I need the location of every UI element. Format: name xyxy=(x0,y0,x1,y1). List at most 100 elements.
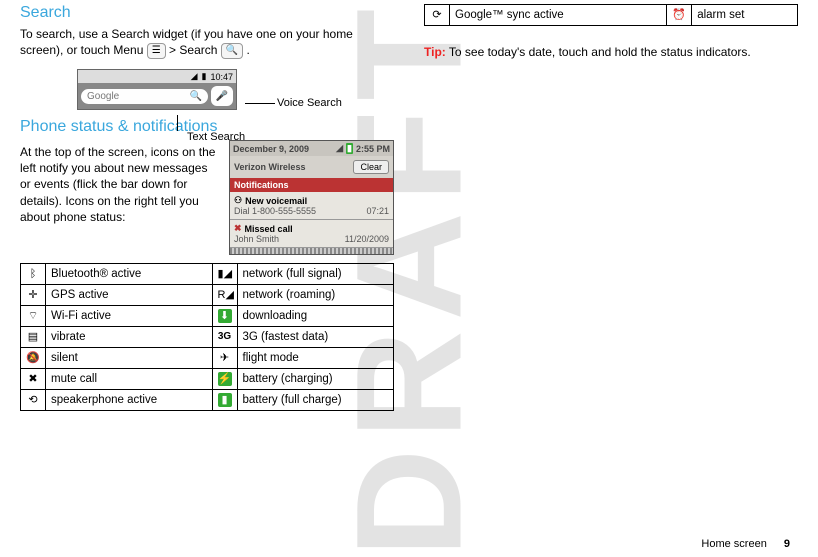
status-label: vibrate xyxy=(46,327,213,348)
status-icon: ⟲ xyxy=(26,393,40,407)
right-column: ⟳ Google™ sync active⏰alarm set Tip: To s… xyxy=(424,0,798,411)
status-intro-wrap: At the top of the screen, icons on the l… xyxy=(20,140,394,255)
status-icon: 3G xyxy=(218,330,232,344)
missedcall-sub: John Smith xyxy=(234,234,279,244)
notif-carrier-row: Verizon Wireless Clear xyxy=(230,156,393,178)
status-icon: ▮ xyxy=(218,393,232,407)
status-icon-table: ᛒ Bluetooth® active ▮◢ network (full signal… xyxy=(20,263,394,411)
status-label: silent xyxy=(46,348,213,369)
table-row: ✖ mute call⚡battery (charging) xyxy=(21,369,394,390)
voicemail-title: New voicemail xyxy=(245,196,307,206)
sync-icon: ⟳ xyxy=(430,8,444,22)
notif-drag-handle[interactable] xyxy=(230,248,393,254)
statusbar: ◢ ▮ 10:47 xyxy=(78,70,236,83)
text-search-label: Text Search xyxy=(187,131,245,143)
status-icon-cell: ⌔ xyxy=(21,306,46,327)
status-label: network (full signal) xyxy=(237,264,393,285)
voicemail-sub: Dial 1-800-555-5555 xyxy=(234,206,316,216)
status-icon-cell: 3G xyxy=(212,327,237,348)
status-paragraph: At the top of the screen, icons on the l… xyxy=(20,144,219,245)
status-label: battery (full charge) xyxy=(237,390,393,411)
status-icon: ⬇ xyxy=(218,309,232,323)
status-icon-cell: ⚡ xyxy=(212,369,237,390)
status-icon-cell: ✛ xyxy=(21,285,46,306)
missedcall-icon: ✖ xyxy=(234,223,242,234)
table-row: 🔕 silent✈flight mode xyxy=(21,348,394,369)
search-placeholder: Google xyxy=(87,91,119,102)
status-label: speakerphone active xyxy=(46,390,213,411)
signal-icon: ◢ xyxy=(191,71,198,82)
table-row: ⟲ speakerphone active ▮ battery (full charg… xyxy=(21,390,394,411)
notif-item-missedcall[interactable]: ✖ Missed call John Smith 11/20/2009 xyxy=(230,220,393,248)
status-label: Wi-Fi active xyxy=(46,306,213,327)
footer-section: Home screen xyxy=(701,538,766,550)
carrier-name: Verizon Wireless xyxy=(234,162,305,172)
status-label: downloading xyxy=(237,306,393,327)
status-label: battery (charging) xyxy=(237,369,393,390)
status-icon-cell: ⏰ xyxy=(667,5,692,26)
status-icon: ▤ xyxy=(26,330,40,344)
status-icon: 🔕 xyxy=(26,351,40,365)
search-input[interactable]: Google 🔍 xyxy=(81,89,208,104)
search-heading: Search xyxy=(20,4,394,22)
notif-date: December 9, 2009 xyxy=(233,144,309,154)
status-icon-cell: ⟲ xyxy=(21,390,46,411)
status-icon-cell: R◢ xyxy=(212,285,237,306)
status-label: flight mode xyxy=(237,348,393,369)
missedcall-title: Missed call xyxy=(245,224,293,234)
notif-signal-icon: ◢ xyxy=(336,143,343,154)
status-icon-cell: ⬇ xyxy=(212,306,237,327)
voice-search-button[interactable]: 🎤 xyxy=(211,86,233,106)
notification-panel-figure: December 9, 2009 ◢ ▮ 2:55 PM Verizon Wir… xyxy=(229,140,394,255)
status-icon: ✛ xyxy=(26,288,40,302)
search-para-b: > Search xyxy=(169,43,221,57)
search-widget-frame: ◢ ▮ 10:47 Google 🔍 🎤 xyxy=(77,69,237,110)
tip-text: To see today's date, touch and hold the … xyxy=(449,45,751,59)
status-icon-cell: ▮◢ xyxy=(212,264,237,285)
search-paragraph: To search, use a Search widget (if you h… xyxy=(20,26,394,59)
status-icon: ⌔ xyxy=(26,309,40,323)
search-row: Google 🔍 🎤 xyxy=(78,83,236,109)
voice-search-label: Voice Search xyxy=(277,97,342,109)
table-row: ▤vibrate3G3G (fastest data) xyxy=(21,327,394,348)
status-label: network (roaming) xyxy=(237,285,393,306)
status-icon: ᛒ xyxy=(26,267,40,281)
statusbar-time: 10:47 xyxy=(210,72,233,82)
status-label: Google™ sync active xyxy=(450,5,667,26)
magnifier-icon: 🔍 xyxy=(190,91,202,102)
search-widget-figure: ◢ ▮ 10:47 Google 🔍 🎤 Voice Search Text xyxy=(77,69,337,110)
status-icon-cell: ᛒ xyxy=(21,264,46,285)
microphone-icon: 🎤 xyxy=(216,91,228,102)
status-icon: R◢ xyxy=(218,288,232,302)
notifications-header: Notifications xyxy=(230,178,393,192)
notif-battery-icon: ▮ xyxy=(346,143,353,154)
missedcall-time: 11/20/2009 xyxy=(345,234,389,244)
voice-callout-line xyxy=(245,103,275,104)
status-icon-cell: ✈ xyxy=(212,348,237,369)
status-icon-table-cont: ⟳ Google™ sync active⏰alarm set xyxy=(424,4,798,26)
status-label: mute call xyxy=(46,369,213,390)
status-icon-cell: ✖ xyxy=(21,369,46,390)
notif-time: 2:55 PM xyxy=(356,144,390,154)
status-label: Bluetooth® active xyxy=(46,264,213,285)
text-callout-line xyxy=(177,115,178,131)
table-row: ⌔ Wi-Fi active ⬇ downloading xyxy=(21,306,394,327)
battery-icon: ▮ xyxy=(202,71,207,82)
status-icon-cell: ⟳ xyxy=(425,5,450,26)
status-icon: ▮◢ xyxy=(218,267,232,281)
footer-page-number: 9 xyxy=(784,538,790,550)
notif-statusbar: December 9, 2009 ◢ ▮ 2:55 PM xyxy=(230,141,393,156)
tip-label: Tip: xyxy=(424,45,446,59)
status-label: GPS active xyxy=(46,285,213,306)
status-icon: ✖ xyxy=(26,372,40,386)
search-para-c: . xyxy=(247,43,250,57)
table-row: ⟳ Google™ sync active⏰alarm set xyxy=(425,5,798,26)
notif-item-voicemail[interactable]: ⚇ New voicemail Dial 1-800-555-5555 07:2… xyxy=(230,192,393,220)
status-icon-cell: ▮ xyxy=(212,390,237,411)
page-footer: Home screen 9 xyxy=(701,538,790,550)
status-label: alarm set xyxy=(692,5,798,26)
clear-button[interactable]: Clear xyxy=(353,160,389,174)
status-icon-cell: ▤ xyxy=(21,327,46,348)
page-content: Search To search, use a Search widget (i… xyxy=(0,0,818,411)
menu-key-icon: ☰ xyxy=(147,43,166,59)
